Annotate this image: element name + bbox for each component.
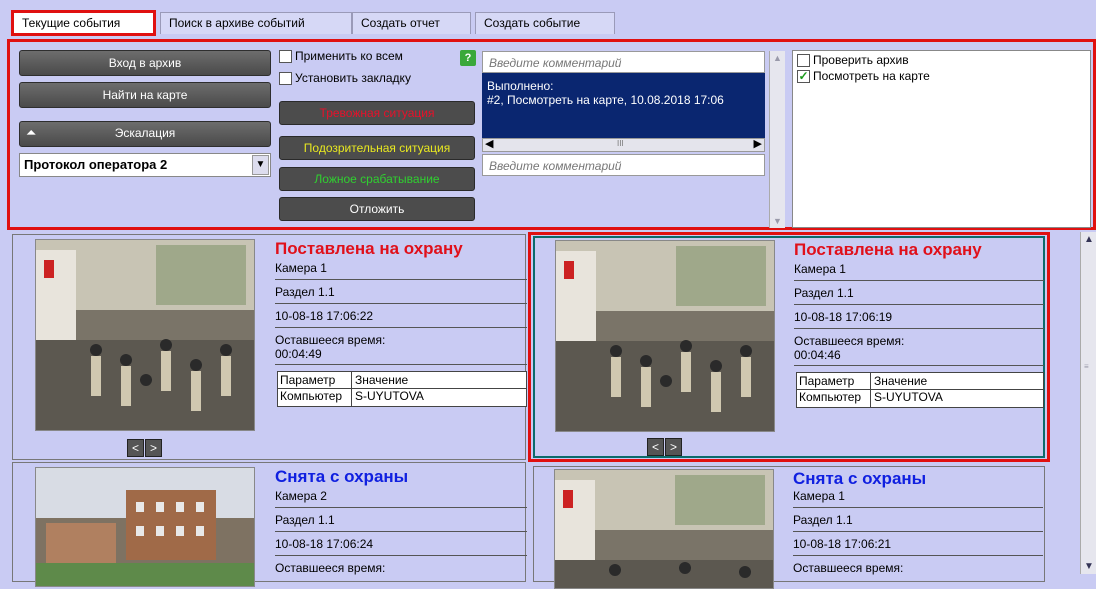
comment-input-bottom[interactable]: Введите комментарий bbox=[482, 154, 765, 176]
divider bbox=[794, 365, 1044, 366]
next-frame-button[interactable]: > bbox=[145, 439, 162, 457]
event-card[interactable]: < > Поставлена на охрану Камера 1 Раздел… bbox=[12, 234, 527, 460]
set-bookmark-label: Установить закладку bbox=[295, 71, 411, 85]
arrow-down-icon[interactable]: ▼ bbox=[1084, 561, 1094, 572]
divider bbox=[275, 555, 527, 556]
param-table: Параметр Значение Компьютер S-UYUTOVA bbox=[277, 371, 527, 407]
camera-thumbnail[interactable] bbox=[35, 467, 255, 587]
arrow-up-icon[interactable]: ▲ bbox=[773, 53, 782, 63]
tab-bar: Текущие события Поиск в архиве событий С… bbox=[0, 0, 1096, 38]
escalation-button[interactable]: ⏶ Эскалация bbox=[19, 121, 271, 147]
event-title: Поставлена на охрану bbox=[794, 240, 982, 259]
event-title: Снята с охраны bbox=[793, 469, 927, 488]
divider bbox=[793, 555, 1043, 556]
apply-all-label: Применить ко всем bbox=[295, 49, 403, 63]
set-bookmark-checkbox[interactable] bbox=[279, 72, 292, 85]
comment-input-top[interactable]: Введите комментарий bbox=[482, 51, 765, 73]
camera-thumbnail[interactable] bbox=[554, 469, 774, 589]
arrow-left-icon[interactable]: ◀ bbox=[485, 137, 493, 150]
airport-camera-image bbox=[36, 240, 254, 430]
divider bbox=[275, 507, 527, 508]
archive-button[interactable]: Вход в архив bbox=[19, 50, 271, 76]
event-card[interactable]: < > Поставлена на охрану Камера 1 Раздел… bbox=[533, 236, 1045, 458]
divider bbox=[794, 304, 1044, 305]
prev-frame-button[interactable]: < bbox=[647, 438, 664, 456]
action-checklist: Проверить архив ✓ Посмотреть на карте bbox=[792, 50, 1091, 228]
divider bbox=[794, 280, 1044, 281]
tab-create-event[interactable]: Создать событие bbox=[475, 12, 615, 34]
divider bbox=[275, 364, 527, 365]
airport-camera-image bbox=[555, 470, 773, 588]
event-list-scrollbar[interactable]: ▲ ≡ ▼ bbox=[1080, 232, 1096, 574]
event-card[interactable]: Снята с охраны Камера 1 Раздел 1.1 10-08… bbox=[533, 466, 1045, 589]
arrow-up-icon[interactable]: ▲ bbox=[1084, 234, 1094, 245]
divider bbox=[275, 279, 527, 280]
false-alarm-button[interactable]: Ложное срабатывание bbox=[279, 167, 475, 191]
param-table: Параметр Значение Компьютер S-UYUTOVA bbox=[796, 372, 1044, 408]
prev-frame-button[interactable]: < bbox=[127, 439, 144, 457]
camera-thumbnail[interactable] bbox=[35, 239, 255, 431]
event-card[interactable]: Снята с охраны Камера 2 Раздел 1.1 10-08… bbox=[12, 462, 527, 587]
completed-actions-list: Выполнено: #2, Посмотреть на карте, 10.0… bbox=[482, 73, 765, 138]
arrow-down-icon[interactable]: ▼ bbox=[773, 216, 782, 226]
protocol-select[interactable]: Протокол оператора 2 ▼ bbox=[19, 153, 271, 177]
alarm-button[interactable]: Тревожная ситуация bbox=[279, 101, 475, 125]
horizontal-scrollbar[interactable]: ◀ III ▶ bbox=[482, 138, 765, 152]
divider bbox=[793, 531, 1043, 532]
scroll-grip-icon[interactable]: ≡ bbox=[1084, 362, 1089, 371]
arrow-right-icon[interactable]: ▶ bbox=[754, 137, 762, 150]
event-title: Снята с охраны bbox=[275, 467, 409, 486]
chevron-up-icon: ⏶ bbox=[26, 125, 37, 140]
divider bbox=[275, 531, 527, 532]
divider bbox=[793, 507, 1043, 508]
suspicious-button[interactable]: Подозрительная ситуация bbox=[279, 136, 475, 160]
building-camera-image bbox=[36, 468, 254, 586]
divider bbox=[275, 303, 527, 304]
apply-all-checkbox[interactable] bbox=[279, 50, 292, 63]
divider bbox=[794, 328, 1044, 329]
check-archive-checkbox[interactable] bbox=[797, 54, 810, 67]
divider bbox=[275, 327, 527, 328]
tab-archive-search[interactable]: Поиск в архиве событий bbox=[160, 12, 352, 34]
chevron-down-icon[interactable]: ▼ bbox=[252, 155, 269, 175]
event-title: Поставлена на охрану bbox=[275, 239, 463, 258]
check-mark-icon[interactable]: ✓ bbox=[797, 70, 810, 83]
tab-current-events[interactable]: Текущие события bbox=[11, 10, 156, 36]
help-icon[interactable]: ? bbox=[460, 50, 476, 66]
next-frame-button[interactable]: > bbox=[665, 438, 682, 456]
vertical-scrollbar[interactable]: ▲ ▼ bbox=[769, 51, 785, 228]
event-list: < > Поставлена на охрану Камера 1 Раздел… bbox=[7, 230, 1080, 589]
postpone-button[interactable]: Отложить bbox=[279, 197, 475, 221]
event-control-panel: Вход в архив Найти на карте ⏶ Эскалация … bbox=[7, 39, 1096, 230]
camera-thumbnail[interactable] bbox=[555, 240, 775, 432]
tab-create-report[interactable]: Создать отчет bbox=[352, 12, 471, 34]
find-on-map-button[interactable]: Найти на карте bbox=[19, 82, 271, 108]
airport-camera-image bbox=[556, 241, 774, 431]
